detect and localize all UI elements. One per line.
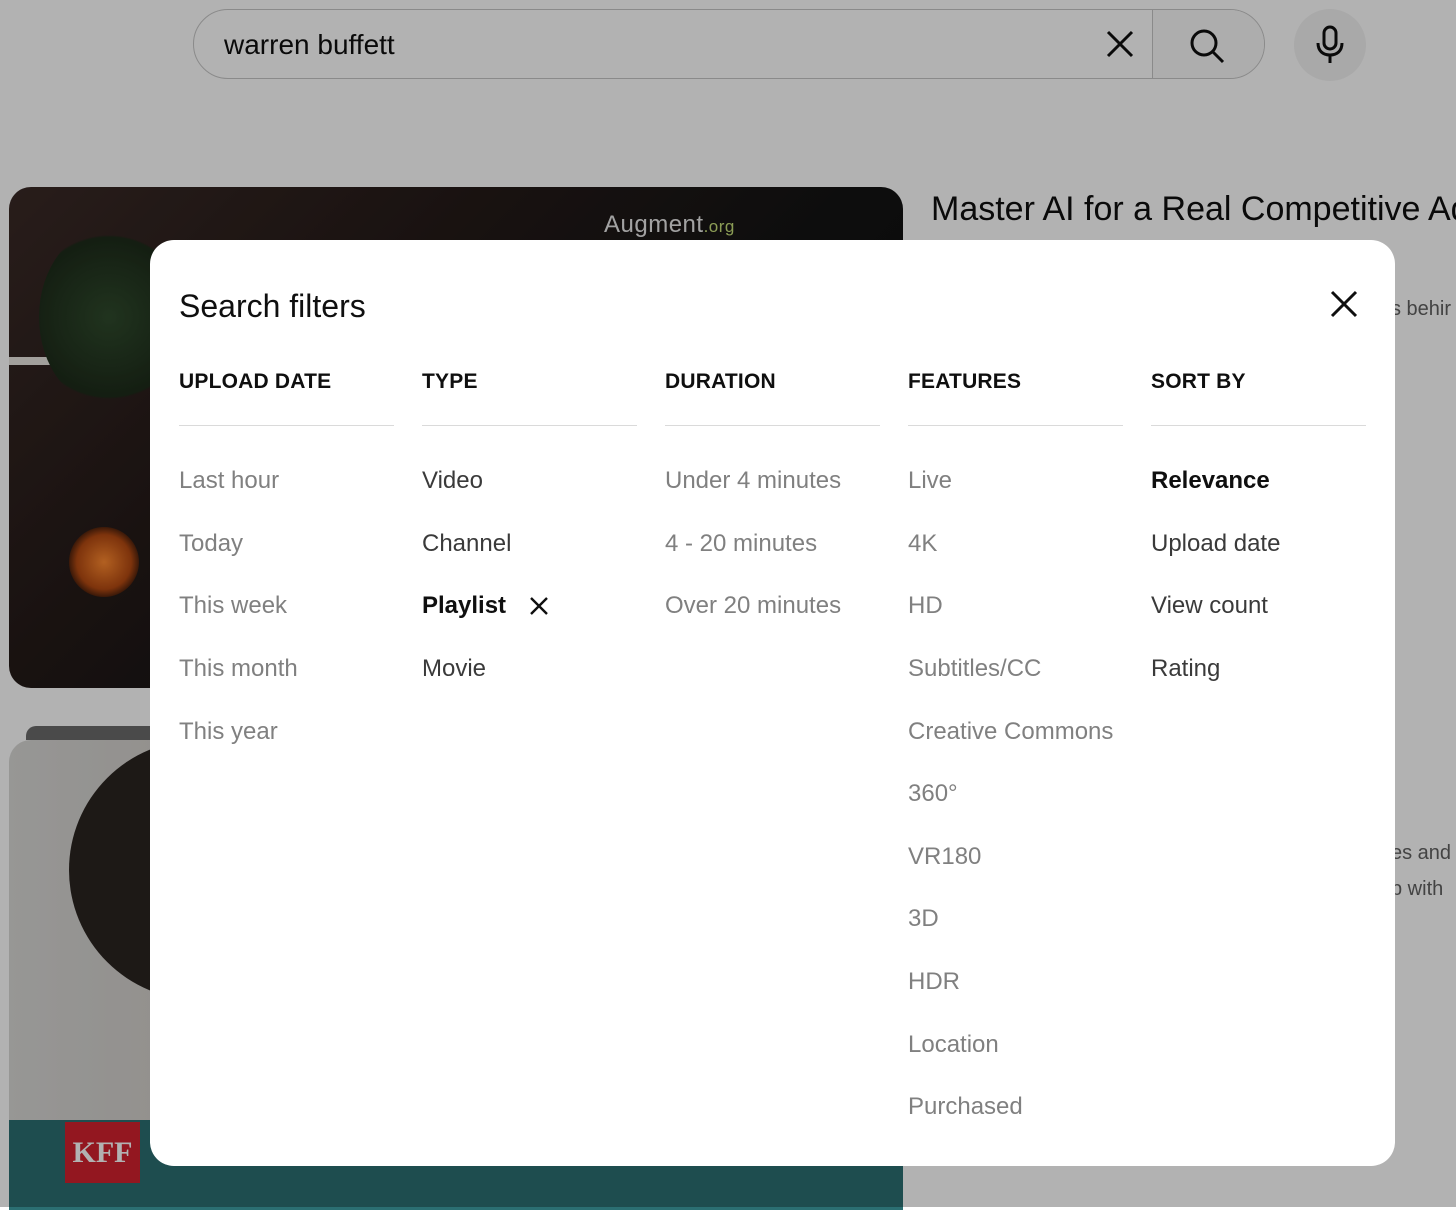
close-icon: [1330, 290, 1358, 318]
filter-option-subtitles: Subtitles/CC: [908, 655, 1042, 683]
filter-option-this-year: This year: [179, 717, 278, 745]
filter-option-4k: 4K: [908, 529, 938, 557]
dialog-title: Search filters: [179, 288, 366, 324]
sort-option-upload-date[interactable]: Upload date: [1151, 513, 1366, 576]
close-icon: [530, 597, 548, 616]
filter-option-hdr: HDR: [908, 968, 960, 996]
filter-option-under-4-minutes: Under 4 minutes: [665, 467, 842, 495]
filter-option-playlist[interactable]: Playlist: [422, 575, 637, 638]
filter-column-type: TYPE Video Channel Playlist Movie: [422, 368, 637, 700]
filter-option-label: Playlist: [422, 592, 507, 620]
filter-option-channel[interactable]: Channel: [422, 513, 637, 576]
search-filters-dialog: Search filters UPLOAD DATE Last hour Tod…: [150, 240, 1395, 1166]
filter-option-360: 360°: [908, 780, 958, 808]
column-header: FEATURES: [908, 368, 1123, 426]
column-header: UPLOAD DATE: [179, 368, 394, 426]
filter-option-movie[interactable]: Movie: [422, 638, 637, 701]
filter-column-duration: DURATION Under 4 minutes 4 - 20 minutes …: [665, 368, 880, 638]
filter-column-features: FEATURES Live 4K HD Subtitles/CC Creativ…: [908, 368, 1123, 1139]
filter-option-vr180: VR180: [908, 842, 982, 870]
sort-option-view-count[interactable]: View count: [1151, 575, 1366, 638]
filter-option-creative-commons: Creative Commons: [908, 717, 1114, 745]
filter-option-location: Location: [908, 1030, 999, 1058]
remove-filter-button[interactable]: [528, 595, 550, 617]
column-header: DURATION: [665, 368, 880, 426]
close-dialog-button[interactable]: [1326, 286, 1362, 322]
filter-option-video[interactable]: Video: [422, 450, 637, 513]
filter-option-live: Live: [908, 467, 953, 495]
filter-option-purchased: Purchased: [908, 1093, 1023, 1121]
filter-option-hd: HD: [908, 592, 943, 620]
filter-option-3d: 3D: [908, 905, 939, 933]
filter-option-4-20-minutes: 4 - 20 minutes: [665, 529, 818, 557]
column-header: SORT BY: [1151, 368, 1366, 426]
filter-option-this-week: This week: [179, 592, 288, 620]
sort-option-rating[interactable]: Rating: [1151, 638, 1366, 701]
filter-option-today: Today: [179, 529, 244, 557]
filter-column-upload-date: UPLOAD DATE Last hour Today This week Th…: [179, 368, 394, 763]
filter-option-over-20-minutes: Over 20 minutes: [665, 592, 842, 620]
filter-option-this-month: This month: [179, 655, 298, 683]
filter-column-sort-by: SORT BY Relevance Upload date View count…: [1151, 368, 1366, 700]
filter-option-last-hour: Last hour: [179, 467, 280, 495]
sort-option-relevance[interactable]: Relevance: [1151, 450, 1366, 513]
column-header: TYPE: [422, 368, 637, 426]
